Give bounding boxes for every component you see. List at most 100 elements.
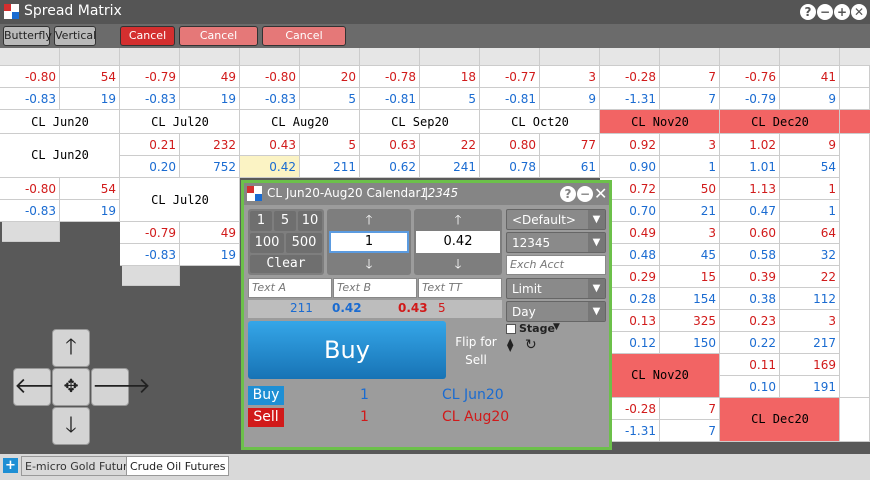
add-tab-icon[interactable]: + (3, 458, 18, 473)
row-label-nov20[interactable]: CL Nov20 (600, 364, 720, 386)
popup-header[interactable]: CL Jun20-Aug20 Calendar | 12345 ? − ✕ (244, 183, 609, 205)
spread-bid-price[interactable]: 0.22 (720, 332, 776, 354)
qty-500-button[interactable]: 500 (286, 233, 322, 253)
outright-bid-qty[interactable]: 5 (300, 88, 356, 110)
spread-bid-qty[interactable]: 1 (660, 156, 716, 178)
tag-icon[interactable]: ⧫ (507, 338, 513, 353)
spread-ask-qty[interactable]: 169 (780, 354, 836, 376)
spread-bid-qty[interactable]: 32 (780, 244, 836, 266)
spread-bid-price[interactable]: 0.10 (720, 376, 776, 398)
contract-header-label[interactable]: CL Jun20 (0, 111, 120, 133)
spread-bid-price[interactable]: 0.62 (360, 156, 416, 178)
text-b-field[interactable]: Text B (333, 278, 417, 298)
outright-ask-price[interactable]: -0.78 (360, 66, 416, 88)
spread-bid-price[interactable]: 0.42 (240, 156, 296, 178)
outright-ask-qty[interactable]: 3 (540, 66, 596, 88)
spread-bid-price[interactable]: 0.58 (720, 244, 776, 266)
contract-header-label[interactable]: CL Oct20 (480, 111, 600, 133)
outright-ask-price[interactable]: -0.80 (0, 66, 56, 88)
outright-ask-qty[interactable]: 41 (780, 66, 836, 88)
flip-for-sell-link[interactable]: Flip for Sell (451, 333, 501, 369)
spread-bid-price[interactable]: 1.01 (720, 156, 776, 178)
popup-close-icon[interactable]: ✕ (594, 184, 607, 203)
spread-ask-qty[interactable]: 3 (660, 222, 716, 244)
outright-bid-qty[interactable]: 9 (540, 88, 596, 110)
spread-ask-price[interactable]: -0.80 (0, 178, 56, 200)
quantity-input[interactable]: 1 (329, 231, 409, 253)
price-down-arrow-icon[interactable]: 🡓 (414, 255, 502, 277)
spread-bid-qty[interactable]: 150 (660, 332, 716, 354)
spread-ask-qty[interactable]: 1 (780, 178, 836, 200)
qty-1-button[interactable]: 1 (250, 211, 272, 231)
stage-checkbox[interactable] (506, 324, 516, 334)
spread-bid-price[interactable]: 0.47 (720, 200, 776, 222)
arrow-right-icon[interactable]: 🡒 (91, 368, 151, 406)
spread-ask-qty[interactable]: 54 (60, 178, 116, 200)
outright-bid-qty[interactable]: 19 (60, 88, 116, 110)
spread-bid-qty[interactable]: 61 (540, 156, 596, 178)
qty-up-arrow-icon[interactable]: 🡑 (327, 211, 411, 233)
spread-bid-qty[interactable]: 241 (420, 156, 476, 178)
qty-10-button[interactable]: 10 (298, 211, 322, 231)
text-tt-field[interactable]: Text TT (418, 278, 502, 298)
default-select[interactable]: <Default> ▼ (506, 209, 606, 230)
exch-acct-field[interactable]: Exch Acct (506, 255, 606, 275)
spread-ask-qty[interactable]: 7 (660, 398, 716, 420)
arrow-up-icon[interactable]: 🡑 (52, 329, 90, 367)
spread-ask-qty[interactable]: 5 (300, 134, 356, 156)
stage-dropdown-icon[interactable]: ▼ (553, 322, 560, 332)
spread-bid-price[interactable]: 0.38 (720, 288, 776, 310)
outright-bid-qty[interactable]: 7 (660, 88, 716, 110)
spread-bid-qty[interactable]: 217 (780, 332, 836, 354)
outright-ask-price[interactable]: -0.76 (720, 66, 776, 88)
outright-bid-price[interactable]: -1.31 (600, 88, 656, 110)
spread-bid-qty[interactable]: 191 (780, 376, 836, 398)
spread-ask-qty[interactable]: 15 (660, 266, 716, 288)
minimize-icon[interactable]: − (817, 4, 833, 20)
spread-ask-price[interactable]: 0.39 (720, 266, 776, 288)
spread-ask-price[interactable]: 0.92 (600, 134, 656, 156)
account-select[interactable]: 12345 ▼ (506, 232, 606, 253)
popup-minimize-icon[interactable]: − (577, 186, 593, 202)
spread-ask-price[interactable]: 0.63 (360, 134, 416, 156)
outright-ask-qty[interactable]: 20 (300, 66, 356, 88)
outright-bid-qty[interactable]: 5 (420, 88, 476, 110)
outright-ask-price[interactable]: -0.28 (600, 66, 656, 88)
spread-bid-qty[interactable]: 54 (780, 156, 836, 178)
spread-bid-qty[interactable]: 752 (180, 156, 236, 178)
spread-ask-price[interactable]: 1.13 (720, 178, 776, 200)
arrow-down-icon[interactable]: 🡓 (52, 407, 90, 445)
price-input[interactable]: 0.42 (416, 231, 500, 253)
spread-ask-qty[interactable]: 77 (540, 134, 596, 156)
contract-header-label[interactable]: CL J (840, 111, 870, 133)
spread-ask-price[interactable]: -0.79 (120, 222, 176, 244)
outright-ask-price[interactable]: -0.77 (480, 66, 536, 88)
outright-ask-price[interactable]: -0.80 (240, 66, 296, 88)
spread-bid-qty[interactable]: 154 (660, 288, 716, 310)
spread-bid-qty[interactable]: 19 (180, 244, 236, 266)
move-center-icon[interactable]: ✥ (52, 368, 90, 406)
spread-bid-price[interactable]: 0.20 (120, 156, 176, 178)
row-label-dec20[interactable]: CL Dec20 (720, 408, 840, 430)
row-label-jun20[interactable]: CL Jun20 (0, 144, 120, 166)
spread-ask-price[interactable]: 0.21 (120, 134, 176, 156)
outright-bid-price[interactable]: -0.81 (360, 88, 416, 110)
outright-bid-price[interactable]: -0.79 (720, 88, 776, 110)
cancel-outrights-button[interactable]: Cancel Outrights (262, 26, 346, 60)
close-icon[interactable]: ✕ (851, 4, 867, 20)
contract-header-label[interactable]: CL Aug20 (240, 111, 360, 133)
spread-bid-qty[interactable]: 211 (300, 156, 356, 178)
help-icon[interactable]: ? (800, 4, 816, 20)
butterfly-button[interactable]: Butterfly (3, 26, 52, 46)
cancel-spreads-button[interactable]: Cancel Spreads (179, 26, 258, 60)
spread-ask-qty[interactable]: 232 (180, 134, 236, 156)
tif-select[interactable]: Day ▼ (506, 301, 606, 322)
spread-bid-price[interactable]: 0.90 (600, 156, 656, 178)
outright-bid-qty[interactable]: 9 (780, 88, 836, 110)
spread-ask-price[interactable]: 0.60 (720, 222, 776, 244)
spread-ask-price[interactable]: 0.11 (720, 354, 776, 376)
outright-ask-qty[interactable]: 7 (660, 66, 716, 88)
spread-ask-qty[interactable]: 22 (780, 266, 836, 288)
price-up-arrow-icon[interactable]: 🡑 (414, 211, 502, 233)
outright-ask-qty[interactable]: 18 (420, 66, 476, 88)
